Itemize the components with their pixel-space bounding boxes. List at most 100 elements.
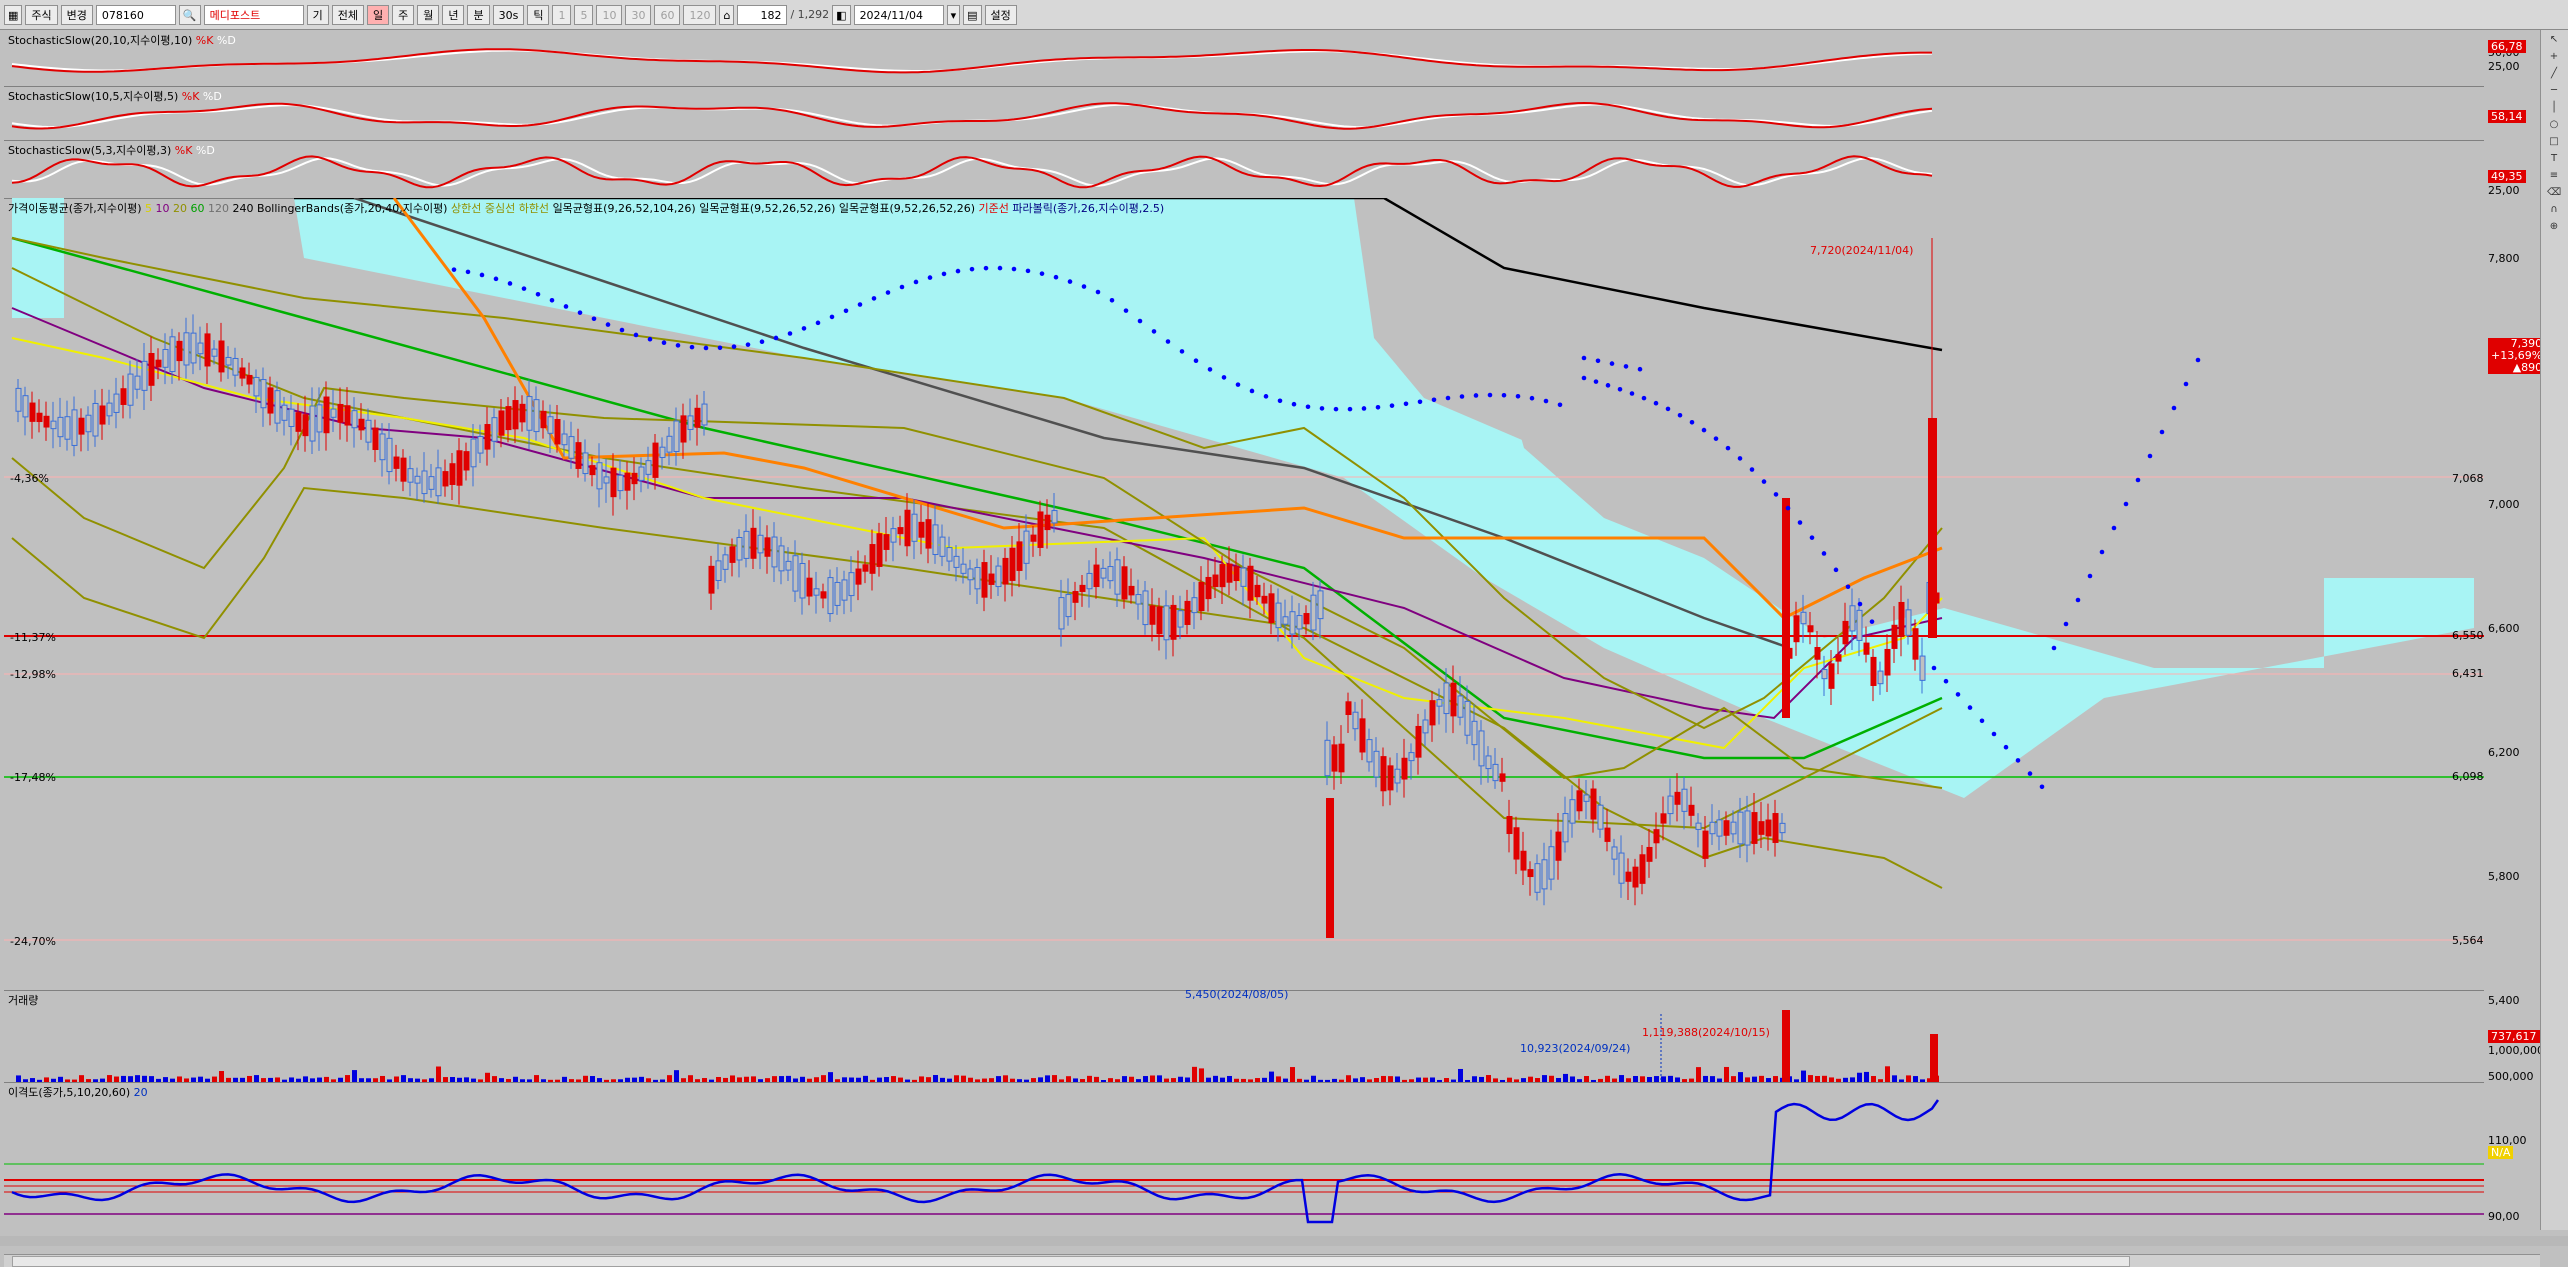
tab-yearly[interactable]: 년	[442, 4, 465, 25]
candle-body	[1618, 852, 1625, 884]
tab-monthly[interactable]: 월	[417, 4, 440, 25]
candle-body	[1849, 605, 1856, 632]
circle-icon[interactable]: ○	[2547, 118, 2561, 132]
candle-body	[659, 446, 666, 459]
candle-body	[575, 442, 582, 469]
psar-dot	[2027, 771, 2033, 776]
psar-dot	[899, 284, 905, 290]
candle-body	[246, 374, 253, 385]
candle-body	[1814, 647, 1821, 660]
tab-minute[interactable]: 분	[467, 4, 490, 25]
lock-icon[interactable]: ⌂	[719, 4, 735, 25]
psar-dot	[507, 281, 513, 286]
candle-body	[547, 416, 554, 434]
tab-tick[interactable]: 틱	[527, 4, 550, 25]
psar-dot	[577, 310, 583, 315]
hline-icon[interactable]: ─	[2547, 84, 2561, 98]
psar-dot	[2195, 357, 2201, 363]
horizontal-scrollbar[interactable]	[4, 1254, 2540, 1267]
grid-icon[interactable]: ▤	[963, 4, 982, 25]
date-input[interactable]: 2024/11/04	[853, 4, 944, 25]
stock-code-input[interactable]: 078160	[95, 4, 176, 25]
btn-all[interactable]: 전체	[331, 4, 364, 25]
tab-30s[interactable]: 30s	[492, 4, 525, 25]
candle-body	[218, 340, 225, 373]
high-note: 7,720(2024/11/04)	[1810, 244, 1914, 257]
eraser-icon[interactable]: ⌫	[2547, 186, 2561, 200]
cursor-icon[interactable]: ↖	[2547, 33, 2561, 47]
psar-label: 파라볼릭(종가,26,지수이평,2.5)	[1012, 202, 1165, 215]
trendline-icon[interactable]: ╱	[2547, 67, 2561, 81]
psar-dot	[2075, 597, 2081, 603]
psar-dot	[2171, 405, 2177, 411]
candle-body	[855, 568, 862, 585]
candle-body	[1121, 566, 1128, 600]
candle-body	[519, 403, 526, 423]
volume-bar	[1801, 1070, 1806, 1082]
tick-120[interactable]: 120	[683, 4, 717, 25]
fibo-icon[interactable]: ≡	[2547, 169, 2561, 183]
candle-body	[463, 451, 470, 471]
stoch-2-label: StochasticSlow(10,5,지수이평,5)	[8, 90, 179, 103]
zoom-icon[interactable]: ⊕	[2547, 220, 2561, 234]
tick-1[interactable]: 1	[552, 4, 572, 25]
candle-body	[715, 560, 722, 581]
ma-120: 120	[208, 202, 230, 215]
tick-10[interactable]: 10	[596, 4, 623, 25]
change-button[interactable]: 변경	[60, 4, 93, 25]
candle-body	[1835, 654, 1842, 662]
price-tick-6200: 6,200	[2488, 746, 2520, 759]
tick-5[interactable]: 5	[574, 4, 594, 25]
type-select[interactable]: 주식	[25, 4, 58, 25]
crosshair-icon[interactable]: +	[2547, 50, 2561, 64]
magnet-icon[interactable]: ∩	[2547, 203, 2561, 217]
candle-body	[36, 412, 43, 423]
candle-body	[1688, 804, 1695, 816]
psar-dot	[969, 266, 975, 272]
candle-body	[1800, 611, 1807, 625]
candle-body	[1450, 682, 1457, 717]
candle-body	[134, 375, 141, 390]
candle-body	[1177, 610, 1184, 628]
candle-body	[92, 402, 99, 437]
candle-body	[1464, 700, 1471, 736]
candle-body	[267, 387, 274, 414]
volume-bar	[219, 1071, 224, 1082]
candle-body	[1163, 605, 1170, 641]
candle-body	[701, 403, 708, 426]
calendar-icon[interactable]: ◧	[832, 4, 851, 25]
candle-body	[386, 437, 393, 473]
btn-gi[interactable]: 기	[306, 4, 329, 25]
tab-weekly[interactable]: 주	[392, 4, 415, 25]
psar-dot	[1701, 427, 1707, 433]
tick-30[interactable]: 30	[625, 4, 652, 25]
tick-60[interactable]: 60	[654, 4, 681, 25]
psar-dot	[1809, 535, 1815, 540]
settings-button[interactable]: 설정	[984, 4, 1017, 25]
rect-icon[interactable]: □	[2547, 135, 2561, 149]
chart-type-icon[interactable]: ▦	[4, 4, 23, 25]
candle-body	[1100, 567, 1107, 579]
scrollbar-thumb[interactable]	[12, 1256, 2130, 1267]
candle-body	[589, 465, 596, 476]
psar-dot	[1605, 383, 1611, 388]
candle-body	[1331, 744, 1338, 772]
chevron-down-icon[interactable]: ▾	[946, 4, 961, 25]
stoch-panel-1: StochasticSlow(20,10,지수이평,10) %K %D	[4, 30, 2484, 87]
text-icon[interactable]: T	[2547, 152, 2561, 166]
tab-daily[interactable]: 일	[366, 4, 390, 25]
psar-dot	[857, 302, 863, 307]
candle-body	[1394, 768, 1401, 784]
candle-body	[1352, 711, 1359, 730]
candle-body	[596, 462, 603, 490]
candle-body	[1695, 822, 1702, 830]
candle-body	[1219, 564, 1226, 588]
count-input[interactable]: 182	[737, 4, 788, 25]
vline-icon[interactable]: │	[2547, 101, 2561, 115]
stock-name-field[interactable]: 메디포스트	[203, 4, 304, 25]
psar-dot	[1417, 399, 1423, 405]
stoch-3-d: %D	[195, 144, 215, 157]
candle-body	[722, 554, 729, 570]
search-icon[interactable]: 🔍	[178, 4, 201, 25]
candle-body	[64, 416, 71, 440]
